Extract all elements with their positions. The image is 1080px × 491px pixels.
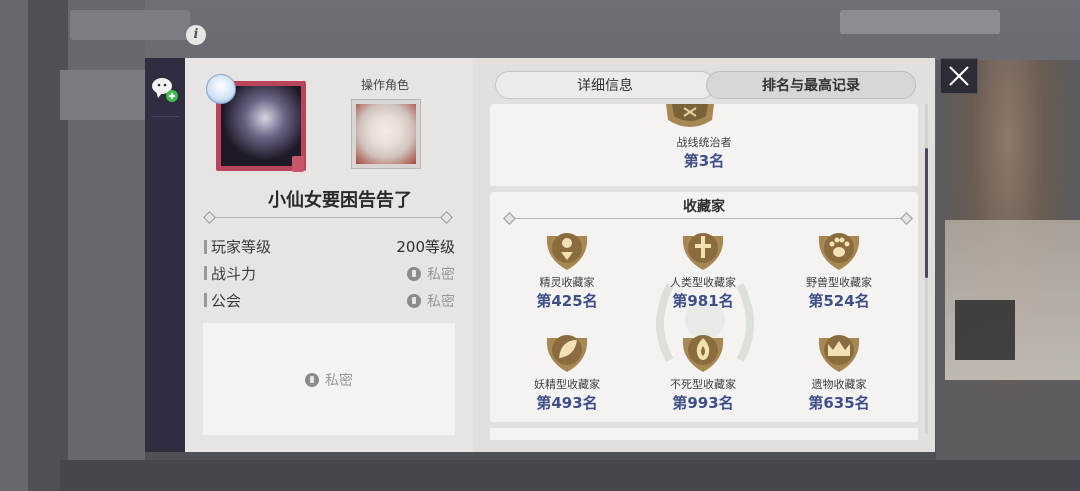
info-icon[interactable]: i <box>186 25 206 45</box>
badge-rank: 第635名 <box>808 394 870 412</box>
avatar-frame-tag <box>292 156 304 172</box>
top-record-card: 战线统治者 第3名 <box>490 104 918 186</box>
player-name: 小仙女要困告告了 <box>268 190 412 211</box>
human-emblem-icon <box>682 233 724 270</box>
private-label: 私密 <box>325 373 353 389</box>
collector-badge-beast[interactable]: 野兽型收藏家 第524名 <box>774 228 904 311</box>
leaf-emblem-icon <box>546 335 588 372</box>
badge-rank: 第524名 <box>808 292 870 310</box>
close-button[interactable] <box>940 58 978 94</box>
badge-name: 野兽型收藏家 <box>806 276 872 289</box>
private-label: 私密 <box>427 294 455 310</box>
badge-rank: 第993名 <box>672 394 734 412</box>
guild-private: 私密 <box>203 370 455 390</box>
elf-emblem-icon <box>546 233 588 270</box>
guild-info-box: 私密 <box>203 323 455 435</box>
background-bottom <box>60 460 1080 491</box>
stat-marker <box>204 293 207 307</box>
top-record-rank: 第3名 <box>683 152 725 170</box>
add-friend-chat-icon[interactable] <box>150 74 180 104</box>
section-divider <box>512 218 904 219</box>
badge-rank: 第981名 <box>672 292 734 310</box>
tab-ranking[interactable]: 排名与最高记录 <box>706 71 916 99</box>
operate-character-portrait[interactable] <box>351 99 421 169</box>
side-divider <box>151 116 179 117</box>
name-divider <box>210 217 446 218</box>
background-row <box>60 70 145 120</box>
background-top-strip <box>70 10 190 40</box>
front-ruler-medal-icon <box>666 104 714 127</box>
collector-badge-undead[interactable]: 不死型收藏家 第993名 <box>638 330 768 413</box>
private-label: 私密 <box>427 267 455 283</box>
badge-rank: 第493名 <box>536 394 598 412</box>
collector-badge-elf[interactable]: 精灵收藏家 第425名 <box>502 228 632 311</box>
next-card <box>490 428 918 440</box>
badge-name: 不死型收藏家 <box>670 378 736 391</box>
stat-label-guild: 公会 <box>211 292 242 310</box>
stat-label-level: 玩家等级 <box>211 238 272 256</box>
lock-icon <box>407 294 421 308</box>
collector-badge-human[interactable]: 人类型收藏家 第981名 <box>638 228 768 311</box>
background-top-right <box>840 10 1000 34</box>
background-character-detail <box>955 300 1015 360</box>
stat-value-guild: 私密 <box>407 291 455 311</box>
crown-emblem-icon <box>818 335 860 372</box>
lock-icon <box>407 267 421 281</box>
stat-value-power: 私密 <box>407 264 455 284</box>
side-strip <box>145 58 185 452</box>
character-portrait-image <box>356 104 416 164</box>
close-icon <box>949 66 969 86</box>
badge-name: 遗物收藏家 <box>811 378 867 391</box>
stat-label-power: 战斗力 <box>211 265 257 283</box>
tab-details[interactable]: 详细信息 <box>495 71 715 99</box>
badge-name: 妖精型收藏家 <box>534 378 600 391</box>
lock-icon <box>305 373 319 387</box>
stat-marker <box>204 266 207 280</box>
badge-name: 人类型收藏家 <box>670 276 736 289</box>
flame-emblem-icon <box>682 335 724 372</box>
badge-rank: 第425名 <box>536 292 598 310</box>
collector-badge-relic[interactable]: 遗物收藏家 第635名 <box>774 330 904 413</box>
stat-marker <box>204 240 207 254</box>
operate-character-label: 操作角色 <box>360 78 409 92</box>
collector-section-title: 收藏家 <box>683 199 725 215</box>
badge-name: 精灵收藏家 <box>539 276 595 289</box>
paw-emblem-icon <box>818 233 860 270</box>
top-record-name: 战线统治者 <box>676 136 732 149</box>
scrollbar-thumb[interactable] <box>925 148 928 278</box>
mascot-icon <box>206 74 236 104</box>
collector-badge-fairy[interactable]: 妖精型收藏家 第493名 <box>502 330 632 413</box>
stat-value-level: 200等级 <box>396 238 455 256</box>
